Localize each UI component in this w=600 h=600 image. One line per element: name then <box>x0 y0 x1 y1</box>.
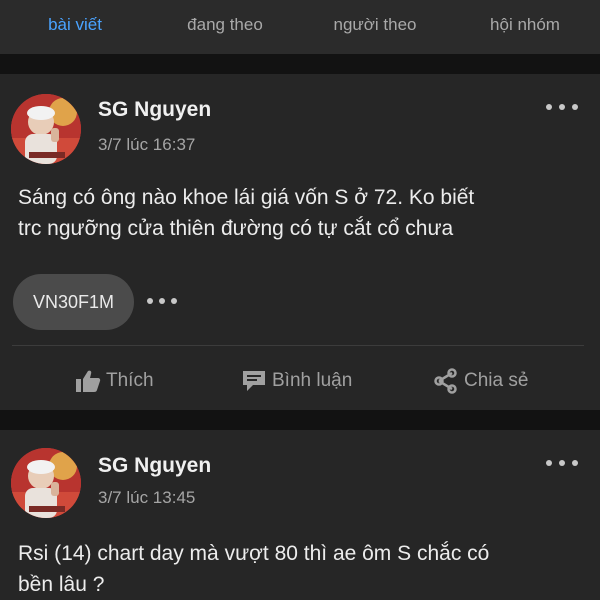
thumbs-up-icon <box>76 370 101 392</box>
comment-button[interactable]: Bình luận <box>241 361 352 401</box>
post-content: Sáng có ông nào khoe lái giá vốn S ở 72.… <box>18 182 583 244</box>
profile-tab-bar: bài viết đang theo người theo hội nhóm <box>0 0 600 54</box>
avatar[interactable] <box>11 448 81 518</box>
post-timestamp: 3/7 lúc 16:37 <box>98 135 196 154</box>
post-text-line: Sáng có ông nào khoe lái giá vốn S ở 72.… <box>18 186 475 209</box>
post-text-line: Rsi (14) chart day mà vượt 80 thì ae ôm … <box>18 542 490 565</box>
like-label: Thích <box>106 370 154 391</box>
post-card: SG Nguyen 3/7 lúc 13:45 Rsi (14) chart d… <box>0 430 600 600</box>
post-text-line: bền lâu ? <box>18 573 105 596</box>
tag-more-icon[interactable] <box>147 297 177 305</box>
author-name[interactable]: SG Nguyen <box>98 454 211 478</box>
tab-hoi-nhom[interactable]: hội nhóm <box>450 0 600 54</box>
like-button[interactable]: Thích <box>75 361 154 401</box>
tab-dang-theo[interactable]: đang theo <box>150 0 300 54</box>
more-options-icon[interactable] <box>546 102 578 112</box>
post-card: SG Nguyen 3/7 lúc 16:37 Sáng có ông nào … <box>0 74 600 410</box>
symbol-tag-button[interactable]: VN30F1M <box>13 274 134 330</box>
tab-bai-viet[interactable]: bài viết <box>0 0 150 54</box>
share-label: Chia sẻ <box>464 370 529 391</box>
post-text-line: trc ngưỡng cửa thiên đường có tự cắt cổ … <box>18 217 454 240</box>
tab-nguoi-theo[interactable]: người theo <box>300 0 450 54</box>
avatar-image <box>11 94 81 164</box>
avatar-image <box>11 448 81 518</box>
comment-icon <box>243 371 265 391</box>
divider <box>12 345 584 346</box>
share-button[interactable]: Chia sẻ <box>433 361 528 401</box>
more-options-icon[interactable] <box>546 458 578 468</box>
comment-label: Bình luận <box>272 370 353 391</box>
author-name[interactable]: SG Nguyen <box>98 98 211 122</box>
post-actions: Thích Bình luận Chia sẻ <box>0 361 600 401</box>
post-content: Rsi (14) chart day mà vượt 80 thì ae ôm … <box>18 538 583 600</box>
avatar[interactable] <box>11 94 81 164</box>
post-timestamp: 3/7 lúc 13:45 <box>98 488 196 507</box>
share-icon <box>434 368 457 394</box>
